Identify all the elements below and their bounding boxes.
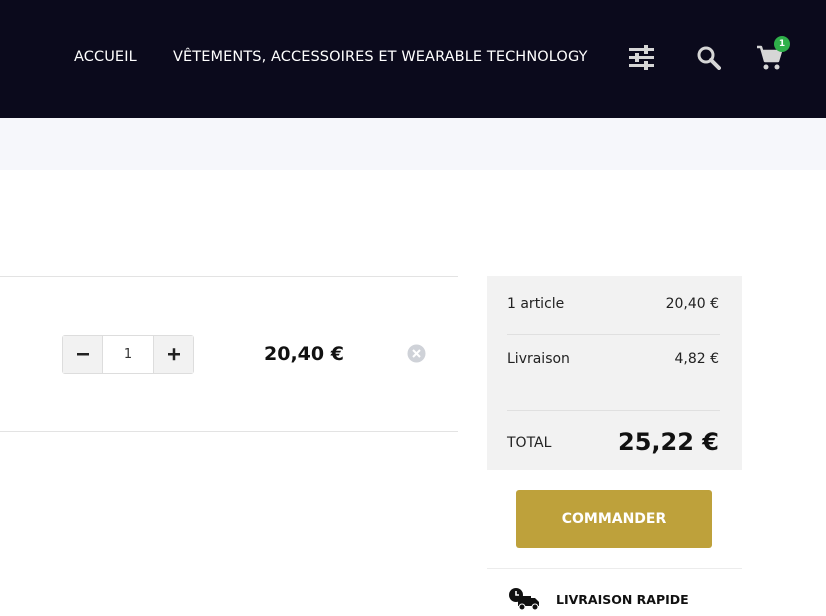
sliders-icon[interactable] (628, 45, 655, 70)
decrease-quantity-button[interactable] (63, 336, 103, 373)
shipping-label: Livraison (507, 351, 570, 367)
quantity-stepper (62, 335, 194, 374)
plus-icon (168, 348, 180, 361)
search-icon[interactable] (696, 45, 721, 70)
shipping-cost: 4,82 € (674, 351, 719, 367)
divider (0, 276, 458, 277)
divider (507, 410, 720, 411)
total-label: TOTAL (507, 435, 552, 451)
remove-item-icon[interactable] (407, 344, 426, 363)
increase-quantity-button[interactable] (153, 336, 193, 373)
cart-count-badge: 1 (774, 36, 790, 52)
total-amount: 25,22 € (618, 428, 719, 456)
minus-icon (77, 353, 89, 356)
site-header: ACCUEIL VÊTEMENTS, ACCESSOIRES ET WEARAB… (0, 0, 826, 118)
divider (487, 568, 742, 569)
fast-delivery-label: LIVRAISON RAPIDE (556, 592, 689, 607)
order-button[interactable]: COMMANDER (516, 490, 712, 548)
order-summary: 1 article 20,40 € Livraison 4,82 € TOTAL… (487, 276, 742, 470)
nav-link-accueil[interactable]: ACCUEIL (74, 49, 137, 65)
breadcrumb-bar (0, 118, 826, 170)
nav-link-category[interactable]: VÊTEMENTS, ACCESSOIRES ET WEARABLE TECHN… (173, 49, 588, 65)
divider (507, 334, 720, 335)
line-item-price: 20,40 € (264, 343, 344, 365)
items-count-label: 1 article (507, 296, 565, 312)
items-subtotal: 20,40 € (665, 296, 719, 312)
divider (0, 431, 458, 432)
quantity-input[interactable] (103, 336, 153, 373)
delivery-truck-icon (509, 588, 539, 611)
